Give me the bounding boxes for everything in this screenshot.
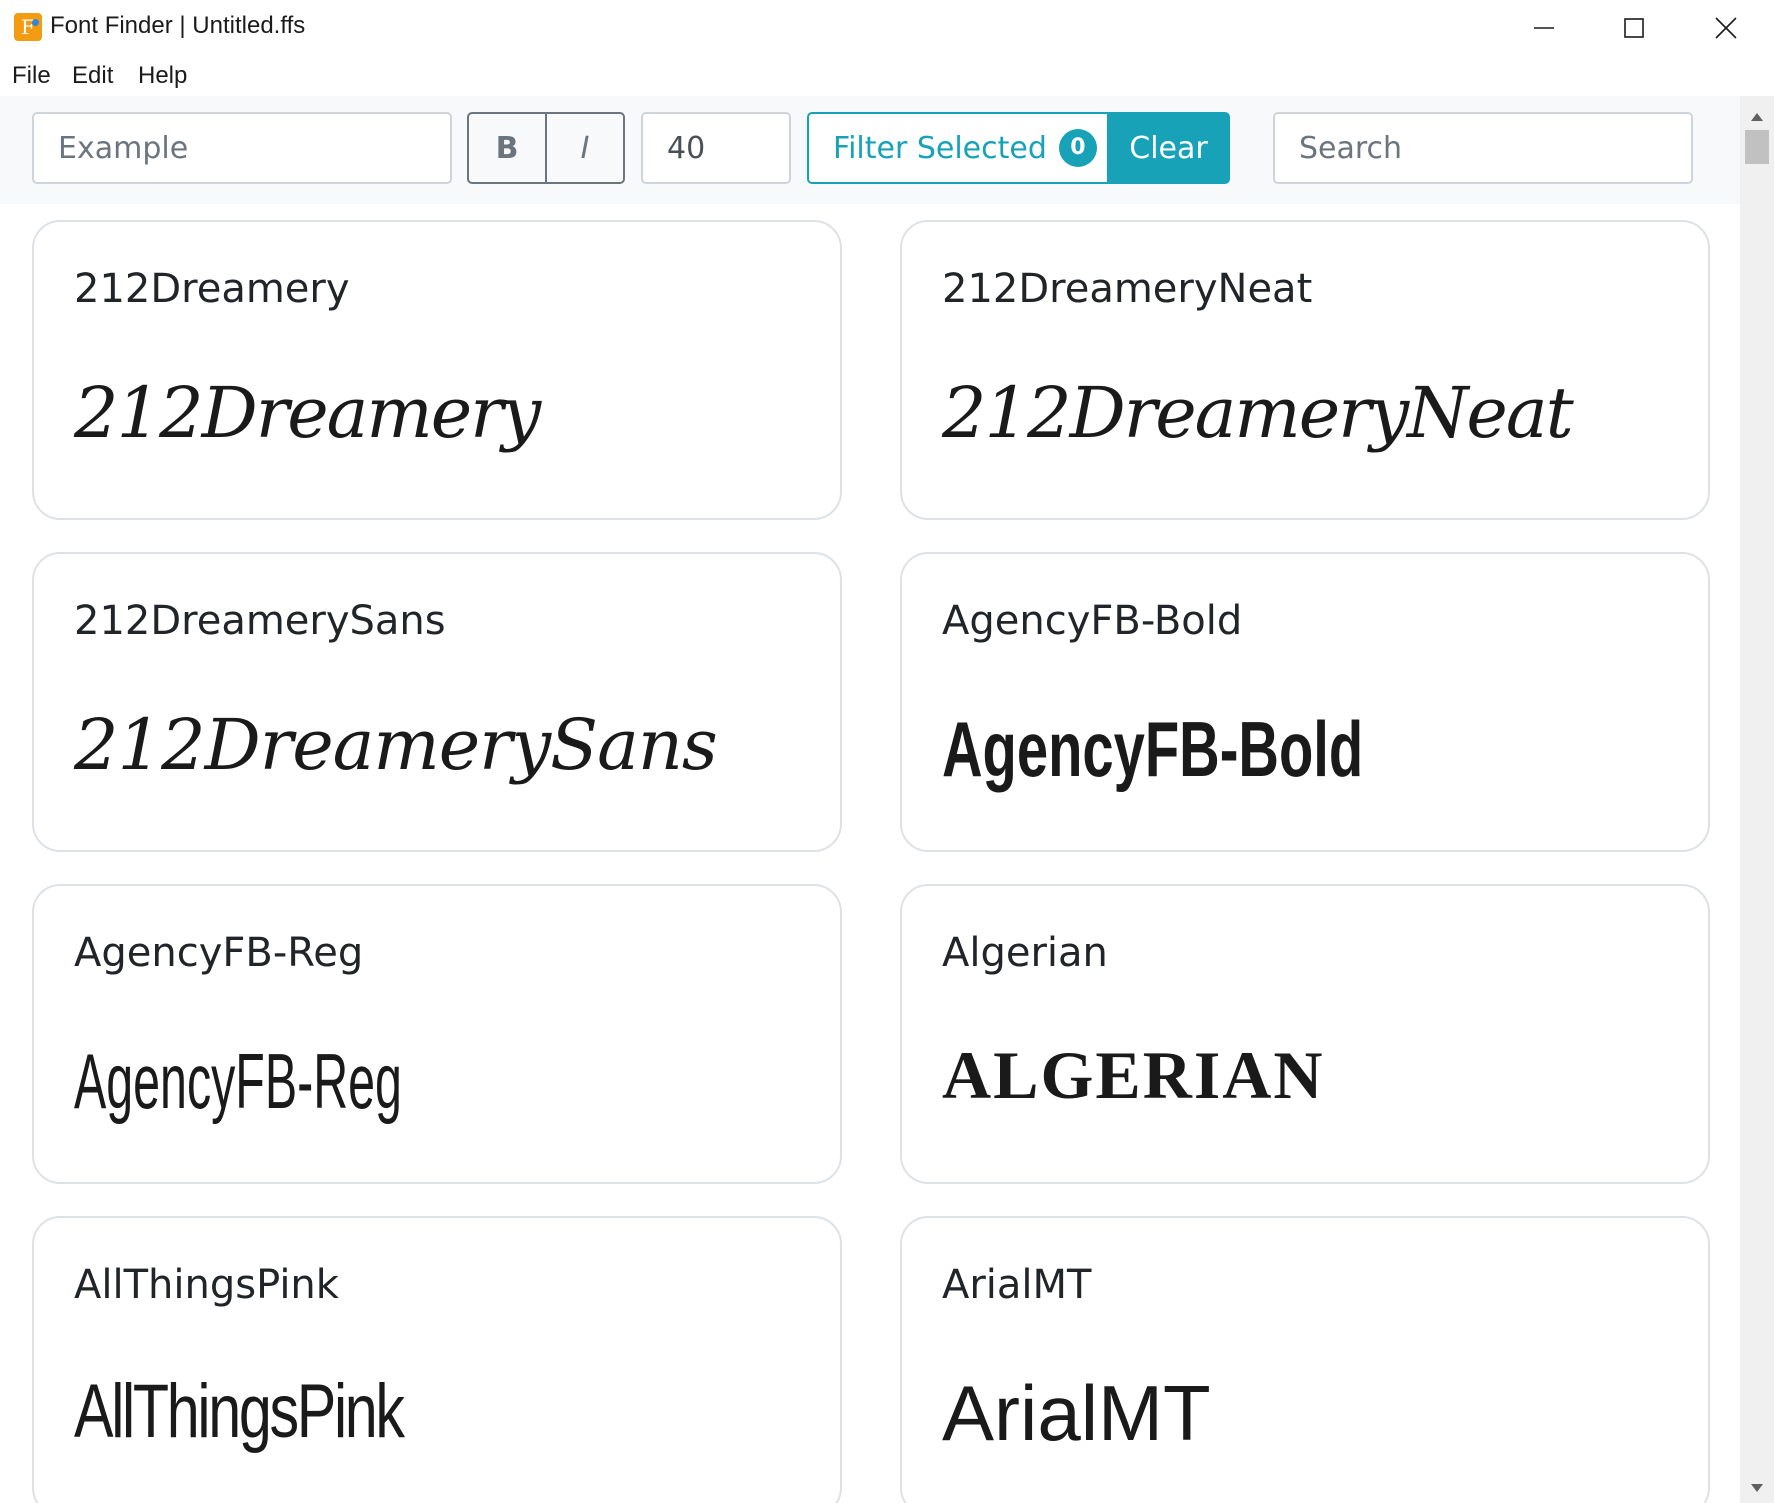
app-window: F Font Finder | Untitled.ffs File Edit H…	[0, 0, 1774, 1503]
scroll-up-arrow-icon	[1751, 113, 1763, 121]
font-card[interactable]: Algerian ALGERIAN	[900, 884, 1710, 1184]
close-icon	[1715, 17, 1737, 39]
font-sample: AllThingsPink	[74, 1369, 405, 1454]
example-text-input[interactable]	[32, 112, 452, 184]
selected-count-badge: 0	[1058, 129, 1097, 167]
font-card[interactable]: ArialMT ArialMT	[900, 1216, 1710, 1503]
font-sample: AgencyFB-Reg	[74, 1037, 402, 1125]
title-bar: F Font Finder | Untitled.ffs	[0, 0, 1774, 56]
maximize-button[interactable]	[1588, 0, 1680, 56]
filter-selected-button[interactable]: Filter Selected 0	[807, 112, 1107, 184]
font-card[interactable]: 212Dreamery 212Dreamery	[32, 220, 842, 520]
clear-button[interactable]: Clear	[1107, 112, 1230, 184]
font-sample: ALGERIAN	[942, 1037, 1325, 1113]
scroll-down-arrow-icon	[1751, 1484, 1763, 1492]
font-name: 212DreamerySans	[74, 598, 446, 644]
maximize-icon	[1624, 18, 1644, 38]
font-name: 212DreameryNeat	[942, 266, 1313, 312]
menu-bar: File Edit Help	[0, 56, 1774, 96]
font-card[interactable]: 212DreameryNeat 212DreameryNeat	[900, 220, 1710, 520]
italic-toggle-button[interactable]: I	[547, 114, 623, 182]
minimize-button[interactable]	[1498, 0, 1590, 56]
bold-toggle-button[interactable]: B	[469, 114, 547, 182]
font-card[interactable]: AgencyFB-Bold AgencyFB-Bold	[900, 552, 1710, 852]
toolbar: B I Filter Selected 0 Clear	[0, 96, 1740, 204]
vertical-scrollbar[interactable]	[1740, 96, 1774, 1503]
search-input[interactable]	[1273, 112, 1693, 184]
window-title: Font Finder | Untitled.ffs	[50, 12, 306, 39]
style-toggle-group: B I	[467, 112, 625, 184]
font-sample: ArialMT	[942, 1369, 1211, 1457]
font-card[interactable]: AgencyFB-Reg AgencyFB-Reg	[32, 884, 842, 1184]
font-sample: 212DreamerySans	[74, 704, 718, 786]
menu-help[interactable]: Help	[138, 62, 187, 90]
font-card[interactable]: AllThingsPink AllThingsPink	[32, 1216, 842, 1503]
font-sample: 212DreameryNeat	[942, 372, 1574, 454]
font-grid: 212Dreamery 212Dreamery 212DreameryNeat …	[0, 204, 1740, 1503]
font-name: AllThingsPink	[74, 1262, 339, 1308]
font-size-input[interactable]	[641, 112, 791, 184]
font-sample: 212Dreamery	[74, 372, 541, 454]
menu-file[interactable]: File	[12, 62, 51, 90]
app-logo-icon: F	[14, 13, 42, 41]
filter-selected-label: Filter Selected	[833, 130, 1047, 166]
font-name: AgencyFB-Bold	[942, 598, 1243, 644]
font-card[interactable]: 212DreamerySans 212DreamerySans	[32, 552, 842, 852]
font-name: 212Dreamery	[74, 266, 350, 312]
font-name: AgencyFB-Reg	[74, 930, 364, 976]
font-name: Algerian	[942, 930, 1108, 976]
minimize-icon	[1534, 27, 1554, 29]
scrollbar-thumb[interactable]	[1745, 130, 1769, 164]
font-name: ArialMT	[942, 1262, 1092, 1308]
close-button[interactable]	[1680, 0, 1772, 56]
font-sample: AgencyFB-Bold	[942, 705, 1364, 793]
menu-edit[interactable]: Edit	[72, 62, 113, 90]
scroll-down-button[interactable]	[1740, 1473, 1774, 1503]
scroll-up-button[interactable]	[1740, 102, 1774, 132]
